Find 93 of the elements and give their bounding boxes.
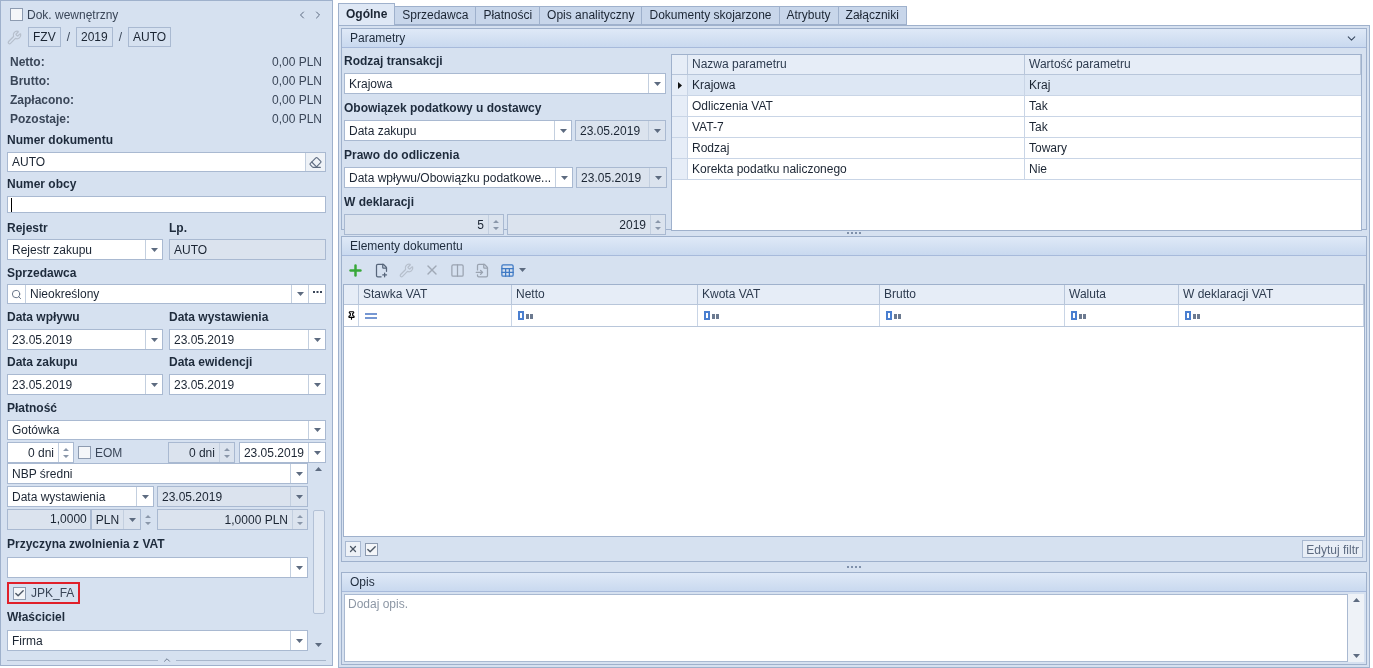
rate-field[interactable]: 1,0000 bbox=[7, 509, 91, 530]
tab[interactable]: Dokumenty skojarzone bbox=[641, 6, 780, 25]
separator-slash: / bbox=[66, 29, 70, 46]
total-value: 0,00 PLN bbox=[271, 53, 322, 71]
series-field[interactable]: AUTO bbox=[128, 27, 172, 47]
dropdown-field[interactable]: 23.05.2019 bbox=[575, 120, 666, 141]
panel-title: Elementy dokumentu bbox=[350, 238, 463, 255]
total-label: Netto: bbox=[10, 53, 45, 71]
field-label: Data ewidencji bbox=[169, 354, 254, 370]
readonly-field: AUTO bbox=[169, 239, 326, 260]
total-value: 0,00 PLN bbox=[271, 91, 322, 109]
field-label: Data wpływu bbox=[7, 309, 81, 325]
total-label: Pozostaje: bbox=[10, 110, 70, 128]
field-label: Data zakupu bbox=[7, 354, 79, 370]
table-row[interactable]: Odliczenia VAT Tak bbox=[672, 96, 1361, 117]
spinner-field[interactable]: 5 bbox=[344, 214, 504, 235]
panel-title: Parametry bbox=[350, 30, 406, 47]
dropdown-field[interactable]: 23.05.2019 bbox=[7, 329, 163, 350]
dropdown-field[interactable]: Data wystawienia bbox=[7, 486, 154, 507]
field-label: Data wystawienia bbox=[169, 309, 270, 325]
dropdown-field[interactable]: PLN bbox=[90, 509, 142, 530]
field-label: Lp. bbox=[169, 220, 188, 236]
dropdown-field[interactable]: 23.05.2019 bbox=[7, 374, 163, 395]
table-cell: Krajowa bbox=[688, 75, 1025, 95]
text-field[interactable]: AUTO bbox=[7, 152, 326, 172]
edit-filter-button[interactable]: Edytuj filtr bbox=[1302, 540, 1363, 558]
dropdown-field[interactable]: Data wpływu/Obowiązku podatkowe... bbox=[344, 167, 574, 188]
checkbox-label: EOM bbox=[94, 444, 124, 462]
dropdown-field[interactable]: Krajowa bbox=[344, 73, 666, 94]
field-label: Obowiązek podatkowy u dostawcy bbox=[344, 100, 543, 116]
tab[interactable]: Ogólne bbox=[338, 3, 396, 25]
table-cell-text: Towary bbox=[1028, 140, 1068, 157]
dropdown-field[interactable]: 23.05.2019 bbox=[169, 329, 326, 350]
spinner-field[interactable]: 2019 bbox=[507, 214, 666, 235]
dropdown-field[interactable]: 23.05.2019 bbox=[169, 374, 326, 395]
table-cell: Rodzaj bbox=[688, 138, 1025, 158]
separator-slash: / bbox=[118, 29, 123, 46]
column-header[interactable]: W deklaracji VAT bbox=[1179, 285, 1364, 304]
field-label: Przyczyna zwolnienia z VAT bbox=[7, 536, 166, 552]
table-cell: Korekta podatku naliczonego bbox=[688, 159, 1025, 179]
column-header[interactable]: Waluta bbox=[1065, 285, 1179, 304]
field-label: Rejestr bbox=[7, 220, 49, 236]
table-row[interactable]: Krajowa Kraj bbox=[672, 75, 1361, 96]
table-row[interactable]: Rodzaj Towary bbox=[672, 138, 1361, 159]
dropdown-field[interactable]: Data zakupu bbox=[344, 120, 572, 141]
table-cell-text: Tak bbox=[1028, 98, 1049, 115]
column-header[interactable]: Brutto bbox=[880, 285, 1065, 304]
dropdown-field[interactable]: Rejestr zakupu bbox=[7, 239, 163, 260]
field-label: Właściciel bbox=[7, 609, 67, 625]
column-header[interactable]: Wartość parametru bbox=[1025, 55, 1361, 74]
tab[interactable]: Załączniki bbox=[837, 6, 907, 25]
table-cell-text: Nie bbox=[1028, 161, 1048, 178]
checkbox-label: JPK_FA bbox=[31, 585, 75, 602]
tab[interactable]: Atrybuty bbox=[778, 6, 839, 25]
total-label: Zapłacono: bbox=[10, 91, 74, 109]
dropdown-field[interactable]: 23.05.2019 bbox=[576, 167, 668, 188]
column-header[interactable]: Netto bbox=[512, 285, 698, 304]
total-value: 0,00 PLN bbox=[271, 72, 322, 90]
dropdown-field[interactable]: Firma bbox=[7, 630, 308, 651]
series-field[interactable]: 2019 bbox=[76, 27, 113, 47]
tab[interactable]: Płatności bbox=[475, 6, 541, 25]
field-label: W deklaracji bbox=[344, 194, 416, 210]
column-header[interactable]: Kwota VAT bbox=[698, 285, 880, 304]
tab[interactable]: Sprzedawca bbox=[394, 6, 477, 25]
table-cell: VAT-7 bbox=[688, 117, 1025, 137]
column-header[interactable]: Nazwa parametru bbox=[688, 55, 1025, 74]
series-field[interactable]: FZV bbox=[28, 27, 61, 47]
table-cell: Odliczenia VAT bbox=[688, 96, 1025, 116]
total-value: 0,00 PLN bbox=[271, 110, 322, 128]
description-field[interactable]: Dodaj opis. bbox=[344, 594, 1348, 662]
field-label: Numer dokumentu bbox=[7, 132, 114, 148]
field-label: Płatność bbox=[7, 400, 58, 416]
field-label: Prawo do odliczenia bbox=[344, 147, 461, 163]
field-label: Rodzaj transakcji bbox=[344, 53, 444, 69]
search-dropdown-field[interactable]: Nieokreślony bbox=[7, 284, 326, 304]
spinner-field[interactable]: 0 dni bbox=[167, 442, 235, 463]
table-cell-text: Tak bbox=[1028, 119, 1049, 136]
field-label: Sprzedawca bbox=[7, 265, 78, 281]
total-label: Brutto: bbox=[10, 72, 50, 90]
dropdown-field[interactable]: 23.05.2019 bbox=[238, 442, 326, 463]
checkbox-label: Dok. wewnętrzny bbox=[27, 6, 120, 24]
dropdown-field[interactable]: Gotówka bbox=[7, 420, 326, 440]
column-header[interactable]: Stawka VAT bbox=[359, 285, 512, 304]
table-cell-text: Kraj bbox=[1028, 77, 1052, 94]
panel-title: Opis bbox=[350, 574, 375, 591]
spinner-field[interactable]: 1,0000 PLN bbox=[157, 509, 308, 530]
table-row[interactable]: VAT-7 Tak bbox=[672, 117, 1361, 138]
table-row[interactable]: Korekta podatku naliczonego Nie bbox=[672, 159, 1361, 180]
dropdown-field[interactable]: NBP średni bbox=[7, 463, 308, 484]
spinner-field[interactable]: 0 dni bbox=[7, 442, 75, 463]
field-label: Numer obcy bbox=[7, 176, 78, 192]
tab[interactable]: Opis analityczny bbox=[539, 6, 643, 25]
dropdown-field[interactable]: 23.05.2019 bbox=[157, 486, 308, 507]
